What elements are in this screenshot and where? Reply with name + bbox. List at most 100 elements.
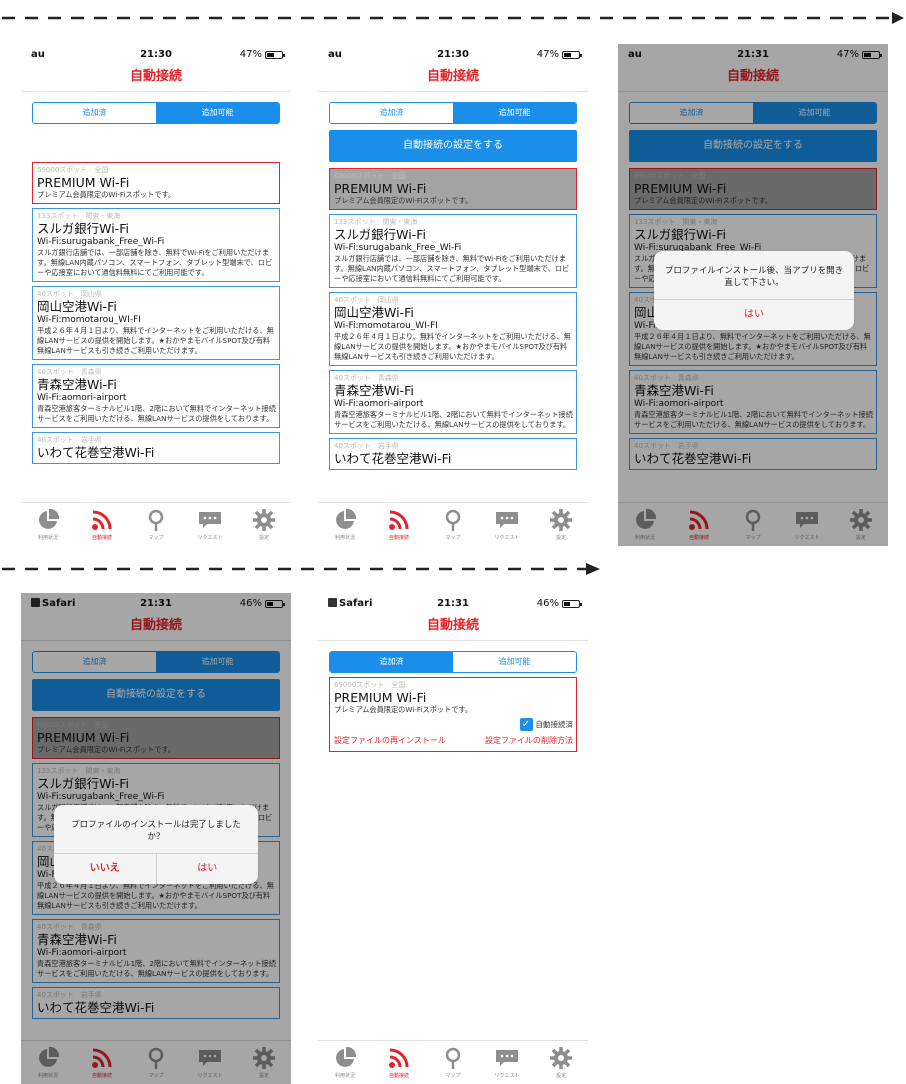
spot-desc: 青森空港旅客ターミナルビル1階、2階において無料でインターネット接続サービスをご…: [334, 410, 573, 429]
tab-map[interactable]: マップ: [426, 503, 480, 546]
battery-status: 46%: [536, 598, 582, 609]
spot-desc: スルガ銀行店舗では、一部店舗を除き、無料でWi-Fiをご利用いただけます。無線L…: [334, 254, 570, 283]
tab-settings[interactable]: 設定: [534, 503, 588, 546]
tab-request[interactable]: リクエスト: [480, 1041, 534, 1084]
delete-profile-link[interactable]: 設定ファイルの削除方法: [485, 735, 573, 746]
reinstall-profile-link[interactable]: 設定ファイルの再インストール: [334, 735, 446, 746]
spot-card-premium[interactable]: 69000スポット 全国 PREMIUM Wi-Fi プレミアム会員限定のWi-…: [32, 162, 280, 204]
tab-auto-connect[interactable]: 自動接続: [75, 503, 129, 546]
gear-icon: [550, 1047, 572, 1069]
spot-card-iwate[interactable]: 40スポット 岩手県 いわて花巻空港Wi-Fi: [329, 438, 577, 470]
battery-percent: 46%: [536, 598, 559, 609]
status-bar: Safari 21:31 46%: [318, 593, 588, 615]
pie-chart-icon: [336, 1046, 357, 1067]
installed-label: 自動接続済: [535, 720, 574, 729]
spot-desc: スルガ銀行店舗では、一部店舗を除き、無料でWi-Fiをご利用いただけます。無線L…: [37, 248, 273, 277]
battery-status: 47%: [239, 49, 285, 60]
spot-meta: 40スポット 岩手県: [37, 436, 102, 444]
tab-bar: 利用状況 自動接続 マップ リクエスト 設定: [318, 1040, 588, 1084]
screen-confirm-install-dialog: Safari 21:31 46% 自動接続 追加済 追加可能 自動接続の設定をす…: [21, 593, 291, 1084]
alert-ok-button[interactable]: はい: [654, 300, 854, 330]
tab-request[interactable]: リクエスト: [480, 503, 534, 546]
status-bar: au 21:30 47%: [21, 44, 291, 66]
spot-card-okayama[interactable]: 40スポット 岡山県 岡山空港Wi-Fi Wi-Fi:momotarou_WI-…: [329, 292, 577, 366]
battery-icon: [562, 599, 582, 608]
tab-settings[interactable]: 設定: [534, 1041, 588, 1084]
spot-ssid: Wi-Fi:aomori-airport: [37, 393, 127, 403]
spot-meta: 40スポット 岡山県: [37, 290, 102, 298]
checkmark-icon[interactable]: ✓: [519, 718, 533, 731]
alert-message: プロファイルのインストールは完了しましたか？: [54, 805, 258, 854]
spot-list: 69000スポット 全国 PREMIUM Wi-Fi プレミアム会員限定のWi-…: [32, 162, 280, 464]
nav-title: 自動接続: [318, 66, 588, 92]
pie-chart-icon: [336, 508, 357, 529]
wifi-signal-icon: [92, 510, 112, 530]
tab-usage[interactable]: 利用状況: [21, 503, 75, 546]
battery-icon: [265, 50, 285, 59]
spot-card-suruga[interactable]: 133スポット 関東・東海 スルガ銀行Wi-Fi Wi-Fi:surugaban…: [32, 208, 280, 282]
tab-label: 自動接続: [388, 1073, 409, 1079]
tab-label: 設定: [258, 535, 269, 541]
spot-ssid: Wi-Fi:aomori-airport: [334, 399, 424, 409]
profile-links: 設定ファイルの再インストール 設定ファイルの削除方法: [334, 735, 573, 748]
tab-auto-connect[interactable]: 自動接続: [372, 503, 426, 546]
tab-label: 設定: [555, 1073, 566, 1079]
tab-label: マップ: [445, 535, 461, 541]
alert-message: プロファイルインストール後、当アプリを開き直して下さい。: [654, 251, 854, 300]
spot-card-premium[interactable]: 69000スポット 全国 PREMIUM Wi-Fi プレミアム会員限定のWi-…: [329, 168, 577, 210]
tab-label: 自動接続: [91, 535, 112, 541]
spot-meta: 69000スポット 全国: [37, 166, 109, 174]
spot-card-suruga[interactable]: 133スポット 関東・東海 スルガ銀行Wi-Fi Wi-Fi:surugaban…: [329, 214, 577, 288]
spot-meta: 133スポット 関東・東海: [37, 212, 121, 220]
spot-name: いわて花巻空港Wi-Fi: [37, 445, 155, 460]
tab-bar: 利用状況 自動接続 マップ リクエスト 設定: [21, 502, 291, 546]
flow-arrow-middle: [2, 563, 600, 575]
nav-title: 自動接続: [318, 615, 588, 641]
alert-no-button[interactable]: いいえ: [54, 854, 156, 884]
battery-percent: 47%: [239, 49, 262, 60]
tab-settings[interactable]: 設定: [237, 503, 291, 546]
screen-added-list: Safari 21:31 46% 自動接続 追加済 追加可能 69000スポット…: [318, 593, 588, 1084]
spot-meta: 69000スポット 全国: [334, 681, 406, 689]
spot-meta: 133スポット 関東・東海: [334, 218, 418, 226]
spot-card-okayama[interactable]: 40スポット 岡山県 岡山空港Wi-Fi Wi-Fi:momotarou_WI-…: [32, 286, 280, 360]
spot-ssid: Wi-Fi:momotarou_WI-FI: [37, 315, 141, 325]
segment-control: 追加済 追加可能: [32, 102, 280, 124]
battery-icon: [562, 50, 582, 59]
tab-label: マップ: [445, 1073, 461, 1079]
tab-usage[interactable]: 利用状況: [318, 1041, 372, 1084]
spot-card-aomori[interactable]: 40スポット 青森県 青森空港Wi-Fi Wi-Fi:aomori-airpor…: [329, 370, 577, 434]
tab-usage[interactable]: 利用状況: [318, 503, 372, 546]
segment-available[interactable]: 追加可能: [156, 103, 279, 123]
segment-added[interactable]: 追加済: [330, 652, 453, 672]
install-confirm-alert: プロファイルのインストールは完了しましたか？ いいえ はい: [54, 805, 258, 884]
map-pin-icon: [445, 509, 461, 531]
spot-name: 岡山空港Wi-Fi: [334, 305, 414, 320]
spot-card-aomori[interactable]: 40スポット 青森県 青森空港Wi-Fi Wi-Fi:aomori-airpor…: [32, 364, 280, 428]
segment-added[interactable]: 追加済: [33, 103, 156, 123]
spot-name: PREMIUM Wi-Fi: [334, 690, 427, 705]
spot-card-premium: 69000スポット 全国 PREMIUM Wi-Fi プレミアム会員限定のWi-…: [329, 677, 577, 752]
spot-ssid: Wi-Fi:momotarou_WI-FI: [334, 321, 438, 331]
spot-meta: 40スポット 青森県: [334, 374, 399, 382]
battery-status: 47%: [536, 49, 582, 60]
tab-bar: 利用状況 自動接続 マップ リクエスト 設定: [318, 502, 588, 546]
spot-card-iwate[interactable]: 40スポット 岩手県 いわて花巻空港Wi-Fi: [32, 432, 280, 464]
segment-available[interactable]: 追加可能: [453, 652, 576, 672]
segment-added[interactable]: 追加済: [330, 103, 453, 123]
tab-map[interactable]: マップ: [129, 503, 183, 546]
tab-map[interactable]: マップ: [426, 1041, 480, 1084]
spot-meta: 40スポット 岩手県: [334, 442, 399, 450]
setup-auto-connect-button[interactable]: 自動接続の設定をする: [329, 130, 577, 162]
screen-restart-dialog: au 21:31 47% 自動接続 追加済 追加可能 自動接続の設定をする 69…: [618, 44, 888, 546]
spot-desc: プレミアム会員限定のWi-Fiスポットです。: [334, 705, 473, 714]
installed-status: ✓ 自動接続済: [334, 718, 573, 731]
segment-available[interactable]: 追加可能: [453, 103, 576, 123]
tab-label: マップ: [148, 535, 164, 541]
tab-label: 利用状況: [334, 535, 355, 541]
spot-meta: 40スポット 青森県: [37, 368, 102, 376]
alert-yes-button[interactable]: はい: [155, 854, 259, 884]
tab-auto-connect[interactable]: 自動接続: [372, 1041, 426, 1084]
battery-percent: 47%: [536, 49, 559, 60]
tab-request[interactable]: リクエスト: [183, 503, 237, 546]
